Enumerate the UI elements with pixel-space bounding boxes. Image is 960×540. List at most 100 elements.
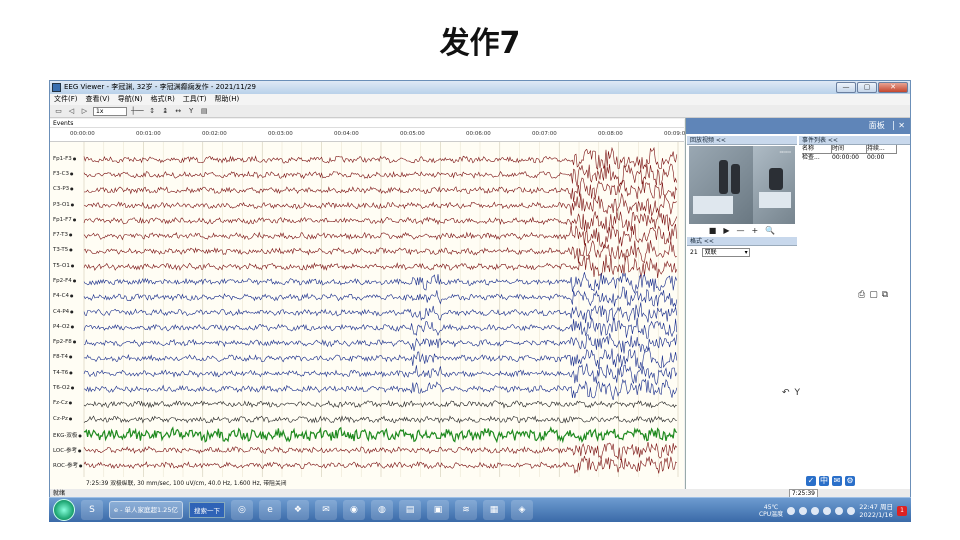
prev-page-icon[interactable]: ◁ bbox=[67, 107, 76, 116]
ime-mail-icon[interactable]: ✉ bbox=[832, 476, 842, 486]
slider-icon[interactable]: ┼── bbox=[131, 107, 144, 116]
col-duration[interactable]: 持续... bbox=[867, 145, 897, 154]
montage-select[interactable]: 双联 bbox=[701, 248, 750, 257]
taskbar-search-button[interactable]: 搜索一下 bbox=[188, 502, 225, 518]
menu-tools[interactable]: 工具(T) bbox=[183, 94, 207, 105]
copy-icon[interactable]: ⧉ bbox=[882, 290, 888, 300]
video-panel-title[interactable]: 回放视频 << bbox=[687, 136, 797, 145]
network-icon[interactable] bbox=[823, 506, 832, 515]
document-icon[interactable]: ▦ bbox=[482, 500, 505, 520]
channel-label[interactable]: F3-C3 bbox=[53, 171, 74, 177]
panel-close-button[interactable]: ✕ bbox=[893, 121, 905, 130]
firefox-icon[interactable]: ◉ bbox=[342, 500, 365, 520]
tray-icon-1[interactable] bbox=[787, 506, 796, 515]
channel-label[interactable]: T6-O2 bbox=[53, 385, 74, 391]
eeg-app-icon[interactable]: ≋ bbox=[454, 500, 477, 520]
zoom-out-icon[interactable]: — bbox=[737, 226, 745, 235]
col-name[interactable]: 名称 bbox=[802, 145, 832, 154]
timeline[interactable]: 00:00:00 00:01:00 00:02:00 00:03:00 00:04:00… bbox=[50, 128, 685, 142]
report-icon[interactable]: ▤ bbox=[200, 107, 209, 116]
signal-icon[interactable] bbox=[847, 506, 856, 515]
filter-icon[interactable]: Y bbox=[187, 107, 196, 116]
folder-icon[interactable]: ▤ bbox=[398, 500, 421, 520]
clock[interactable]: 22:47 周日 2022/1/16 bbox=[859, 503, 893, 519]
panel-header: 面板 ✕ bbox=[686, 118, 910, 134]
video-controls: ■ ▶ — + 🔍 bbox=[687, 225, 797, 235]
notification-badge[interactable]: 1 bbox=[897, 505, 907, 516]
play-video-icon[interactable]: ▶ bbox=[723, 226, 729, 235]
timeline-tick: 00:01:00 bbox=[136, 131, 161, 137]
magnifier-icon[interactable]: 🔍 bbox=[765, 226, 775, 235]
ime-settings-icon[interactable]: ⚙ bbox=[845, 476, 855, 486]
menu-file[interactable]: 文件(F) bbox=[54, 94, 78, 105]
menu-format[interactable]: 格式(R) bbox=[150, 94, 174, 105]
format-panel: 格式 << 21 双联 bbox=[687, 237, 797, 259]
channel-label[interactable]: Fz-Cz bbox=[53, 400, 72, 406]
panel-toggle-icon[interactable]: ▭ bbox=[54, 107, 63, 116]
ie-app-icon[interactable]: e bbox=[258, 500, 281, 520]
channel-label[interactable]: C4-P4 bbox=[53, 309, 74, 315]
channel-label[interactable]: P4-O2 bbox=[53, 324, 74, 330]
maximize-button[interactable]: ▢ bbox=[857, 82, 877, 93]
ime-toolbar: ✓ 中 ✉ ⚙ bbox=[806, 476, 855, 486]
ime-check-icon[interactable]: ✓ bbox=[806, 476, 816, 486]
channel-label[interactable]: ROC-参考 bbox=[53, 461, 82, 469]
playback-video[interactable]: ▭▭▭ bbox=[689, 146, 795, 224]
channel-label[interactable]: LOC-参考 bbox=[53, 446, 82, 454]
channel-label[interactable]: T5-O1 bbox=[53, 263, 74, 269]
zoom-in-icon[interactable]: + bbox=[752, 226, 759, 235]
start-button[interactable] bbox=[53, 499, 75, 521]
menu-help[interactable]: 帮助(H) bbox=[215, 94, 240, 105]
channel-label[interactable]: F8-T4 bbox=[53, 354, 73, 360]
menu-view[interactable]: 查看(V) bbox=[86, 94, 110, 105]
stop-icon[interactable]: ■ bbox=[709, 226, 717, 235]
amplitude-icon[interactable]: ↕ bbox=[148, 107, 157, 116]
format-panel-title[interactable]: 格式 << bbox=[687, 237, 797, 246]
channel-label[interactable]: C3-P3 bbox=[53, 186, 74, 192]
channel-label[interactable]: T3-T5 bbox=[53, 247, 73, 253]
powerpoint-icon[interactable]: ▣ bbox=[426, 500, 449, 520]
app-icon-3[interactable]: ❖ bbox=[286, 500, 309, 520]
timeline-tick: 00:08:00 bbox=[598, 131, 623, 137]
wechat-icon[interactable]: ✉ bbox=[314, 500, 337, 520]
ime-chinese-icon[interactable]: 中 bbox=[819, 476, 829, 486]
filter-y-icon[interactable]: Y bbox=[795, 388, 801, 398]
bluetooth-icon[interactable] bbox=[811, 506, 820, 515]
close-button[interactable]: ✕ bbox=[878, 82, 908, 93]
volume-icon[interactable] bbox=[835, 506, 844, 515]
play-icon[interactable]: ▷ bbox=[80, 107, 89, 116]
channel-label[interactable]: EKG-双极 bbox=[53, 431, 82, 439]
timeline-tick: 00:02:00 bbox=[202, 131, 227, 137]
channel-label[interactable]: P3-O1 bbox=[53, 202, 74, 208]
undo-icon[interactable]: ↶ bbox=[782, 388, 790, 398]
app-icon-1[interactable]: S bbox=[81, 500, 103, 520]
event-list-title[interactable]: 事件列表 << bbox=[799, 136, 910, 145]
col-time[interactable]: 时间 bbox=[832, 145, 867, 154]
menu-navigate[interactable]: 导航(N) bbox=[118, 94, 143, 105]
speed-select[interactable]: 1x bbox=[93, 106, 127, 116]
channel-label[interactable]: Fp2-F4 bbox=[53, 278, 76, 284]
eeg-trace-area[interactable]: 7:25:39 双极纵联, 30 mm/sec, 100 uV/cm, 40.0… bbox=[50, 142, 684, 489]
taskbar-browser-task[interactable]: e - 单人家庭超1.25亿 bbox=[109, 501, 183, 519]
chrome-icon[interactable]: ◍ bbox=[370, 500, 393, 520]
print-icon[interactable]: ⎙ bbox=[858, 290, 865, 300]
channel-label[interactable]: Fp2-F8 bbox=[53, 339, 76, 345]
channel-label[interactable]: Fp1-F3 bbox=[53, 156, 76, 162]
timeline-tick: 00:06:00 bbox=[466, 131, 491, 137]
timebase-icon[interactable]: ↔ bbox=[174, 107, 183, 116]
tray-icon-2[interactable] bbox=[799, 506, 808, 515]
channel-label[interactable]: Cz-Pz bbox=[53, 416, 72, 422]
app-icon-2[interactable]: ◎ bbox=[230, 500, 253, 520]
app-icon-4[interactable]: ◈ bbox=[510, 500, 533, 520]
page-icon[interactable]: ▢ bbox=[869, 290, 878, 300]
channel-label[interactable]: T4-T6 bbox=[53, 370, 73, 376]
event-row[interactable]: 检查... 00:00:00 00:00 bbox=[799, 154, 910, 162]
channel-label[interactable]: Fp1-F7 bbox=[53, 217, 76, 223]
channel-label[interactable]: F7-T3 bbox=[53, 232, 73, 238]
events-row[interactable]: Events bbox=[50, 119, 684, 128]
channel-label[interactable]: F4-C4 bbox=[53, 293, 74, 299]
timeline-tick: 00:05:00 bbox=[400, 131, 425, 137]
eeg-trace bbox=[83, 333, 678, 354]
gain-icon[interactable]: ↨ bbox=[161, 107, 170, 116]
minimize-button[interactable]: — bbox=[836, 82, 856, 93]
